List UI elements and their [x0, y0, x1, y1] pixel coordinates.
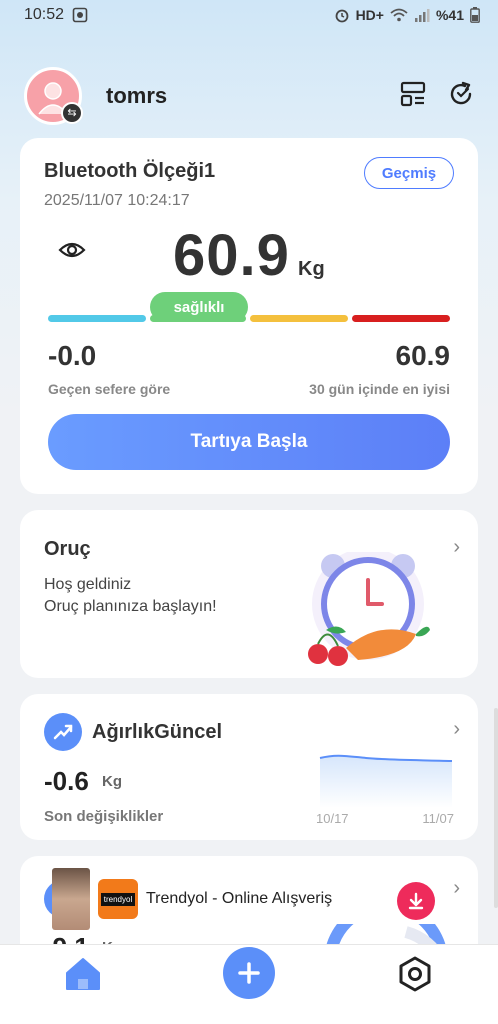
switch-user-icon[interactable]: ⇆: [61, 102, 83, 124]
start-weighing-button[interactable]: Tartıya Başla: [48, 414, 450, 470]
home-icon[interactable]: [64, 957, 102, 996]
ad-logo-text: trendyol: [100, 892, 136, 906]
fasting-prompt: Oruç planınıza başlayın!: [44, 598, 217, 615]
battery-percent: %41: [435, 7, 464, 23]
settings-icon[interactable]: [396, 955, 434, 998]
trend-up-icon: [44, 713, 82, 751]
fasting-title: Oruç: [44, 538, 91, 560]
scale-timestamp: 2025/11/07 10:24:17: [44, 192, 190, 209]
best-label: 30 gün içinde en iyisi: [309, 381, 450, 397]
bmi-bar-overweight: [250, 315, 348, 322]
layout-icon[interactable]: [400, 81, 426, 112]
history-button[interactable]: Geçmiş: [364, 157, 454, 189]
trend-x-end: 11/07: [422, 811, 454, 826]
scale-card: Bluetooth Ölçeği1 2025/11/07 10:24:17 Ge…: [20, 138, 478, 494]
weight-unit: Kg: [298, 258, 325, 280]
trendyol-logo: trendyol: [98, 879, 138, 919]
status-badge: sağlıklı: [150, 292, 248, 322]
trend-sparkline: [316, 746, 456, 813]
signal-icon: [414, 8, 430, 22]
alarm-icon: [334, 7, 350, 23]
add-icon[interactable]: [223, 947, 275, 999]
fasting-welcome: Hoş geldiniz: [44, 576, 132, 593]
chevron-right-icon: ›: [453, 877, 460, 899]
trend-value: -0.6: [44, 766, 89, 796]
chevron-right-icon: ›: [453, 718, 460, 740]
weight-value: 60.9: [173, 223, 290, 288]
trend-x-start: 10/17: [316, 811, 349, 826]
change-label: Geçen sefere göre: [48, 381, 171, 397]
ad-banner[interactable]: trendyol Trendyol - Online Alışveriş: [52, 868, 432, 930]
bottom-nav: [0, 944, 498, 1024]
download-icon[interactable]: [397, 882, 435, 920]
wifi-icon: [390, 8, 408, 22]
eye-icon[interactable]: [58, 238, 86, 267]
ad-thumbnail[interactable]: [52, 868, 90, 930]
scale-name: Bluetooth Ölçeği1: [44, 160, 216, 182]
bmi-bar-obese: [352, 315, 450, 322]
scrollbar[interactable]: [494, 708, 498, 908]
battery-icon: [470, 7, 480, 23]
best-value: 60.9: [395, 340, 451, 371]
weight-trend-card[interactable]: AğırlıkGüncel › -0.6 Kg Son değişiklikle…: [20, 694, 478, 840]
network-type: HD+: [355, 7, 384, 23]
trend-label: Son değişiklikler: [44, 808, 164, 825]
screenshot-icon: [72, 7, 88, 23]
profile-header: ⇆ tomrs: [24, 66, 474, 126]
avatar[interactable]: ⇆: [24, 67, 83, 125]
status-bar: 10:52 HD+ %41: [0, 0, 498, 30]
status-time: 10:52: [24, 6, 65, 23]
chevron-right-icon: ›: [453, 536, 460, 558]
fasting-clock-illustration: [288, 548, 438, 675]
fasting-card[interactable]: Oruç › Hoş geldiniz Oruç planınıza başla…: [20, 510, 478, 678]
ad-text: Trendyol - Online Alışveriş: [146, 890, 333, 907]
sync-icon[interactable]: [448, 81, 474, 112]
username: tomrs: [106, 83, 168, 108]
trend-title: AğırlıkGüncel: [92, 721, 223, 743]
trend-unit: Kg: [102, 773, 122, 790]
bmi-bar-underweight: [48, 315, 146, 322]
change-value: -0.0: [48, 340, 97, 371]
